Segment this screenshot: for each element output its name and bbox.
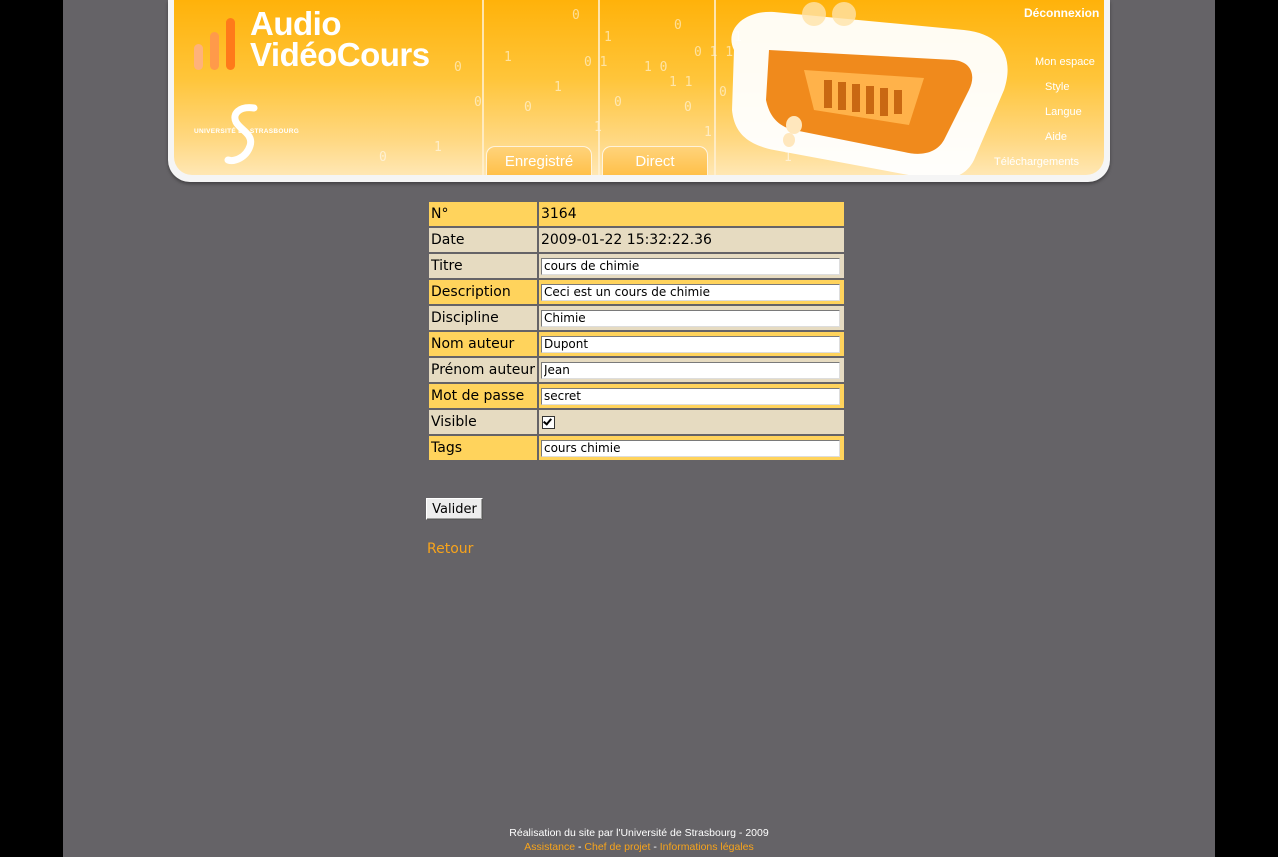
discipline-input[interactable] [540,309,840,327]
visible-checkbox[interactable] [541,415,555,429]
nav-mon-espace[interactable]: Mon espace [1035,56,1095,68]
logo-line2: VidéoCours [250,36,430,73]
label-visible: Visible [429,410,537,434]
value-date: 2009-01-22 15:32:22.36 [538,228,844,252]
label-date: Date [429,228,537,252]
column-divider [598,0,600,175]
titre-input[interactable] [540,257,840,275]
label-tags: Tags [429,436,537,460]
informations-legales-link[interactable]: Informations légales [660,841,754,853]
label-mot-de-passe: Mot de passe [429,384,537,408]
form-row-date: Date 2009-01-22 15:32:22.36 [429,228,844,252]
label-prenom-auteur: Prénom auteur [429,358,537,382]
label-numero: N° [429,202,537,226]
nom-auteur-input[interactable] [540,335,840,353]
tags-input[interactable] [540,439,840,457]
logo-bars-icon [194,18,238,70]
label-discipline: Discipline [429,306,537,330]
form-row-visible: Visible [429,410,844,434]
form-row-nom-auteur: Nom auteur [429,332,844,356]
label-titre: Titre [429,254,537,278]
valider-button[interactable]: Valider [426,498,483,520]
header-banner-inner: 01 0 11 01 1 00 0 1 11 1 01 10 01 01 00 … [174,0,1104,175]
logo-line1: Audio [250,5,341,42]
header-banner: 01 0 11 01 1 00 0 1 11 1 01 10 01 01 00 … [168,0,1110,182]
university-swoosh-icon [224,104,258,164]
footer-credit: Réalisation du site par l'Université de … [509,827,769,839]
column-divider [482,0,484,175]
site-logo[interactable]: Audio VidéoCours [250,5,430,73]
form-row-tags: Tags [429,436,844,460]
footer-separator: - [578,841,582,853]
label-nom-auteur: Nom auteur [429,332,537,356]
value-numero: 3164 [538,202,844,226]
media-player-illustration [731,2,1008,175]
university-name: UNIVERSITÉ DE STRASBOURG [194,128,300,135]
form-row-mot-de-passe: Mot de passe [429,384,844,408]
label-description: Description [429,280,537,304]
form-row-prenom-auteur: Prénom auteur [429,358,844,382]
description-input[interactable] [540,283,840,301]
form-row-discipline: Discipline [429,306,844,330]
assistance-link[interactable]: Assistance [524,841,575,853]
nav-style[interactable]: Style [1045,81,1069,93]
tab-direct[interactable]: Direct [602,146,708,175]
logout-link[interactable]: Déconnexion [1024,6,1099,20]
footer-separator: - [653,841,657,853]
retour-link[interactable]: Retour [427,541,473,557]
footer: Réalisation du site par l'Université de … [0,826,1278,854]
chef-de-projet-link[interactable]: Chef de projet [584,841,650,853]
nav-langue[interactable]: Langue [1045,106,1082,118]
form-row-titre: Titre [429,254,844,278]
nav-aide[interactable]: Aide [1045,131,1067,143]
nav-telechargements[interactable]: Téléchargements [994,156,1079,168]
mot-de-passe-input[interactable] [540,387,840,405]
form-row-numero: N° 3164 [429,202,844,226]
recording-edit-form: N° 3164 Date 2009-01-22 15:32:22.36 Titr… [427,200,846,462]
university-logo[interactable]: UNIVERSITÉ DE STRASBOURG [194,104,334,166]
tab-enregistre[interactable]: Enregistré [486,146,592,175]
prenom-auteur-input[interactable] [540,361,840,379]
form-row-description: Description [429,280,844,304]
footer-links: Assistance - Chef de projet - Informatio… [0,840,1278,854]
